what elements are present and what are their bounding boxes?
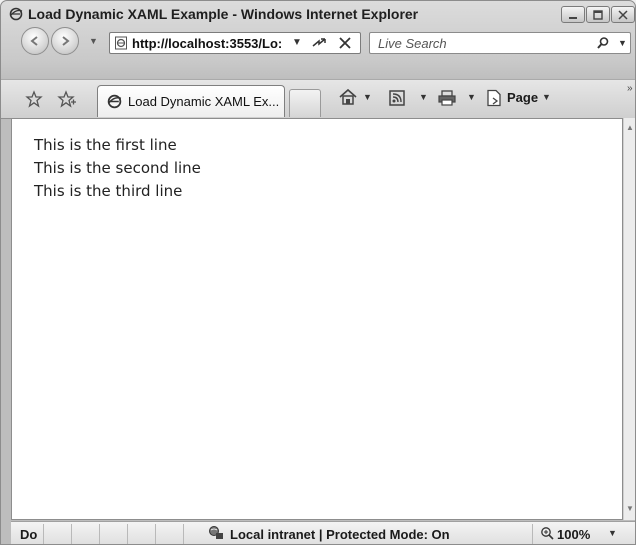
status-divider: [532, 524, 533, 544]
status-divider: [99, 524, 100, 544]
status-divider: [71, 524, 72, 544]
status-divider: [43, 524, 44, 544]
stop-icon[interactable]: [336, 34, 354, 57]
zoom-icon: [540, 526, 554, 544]
back-icon: [30, 36, 38, 46]
page-dropdown-arrow[interactable]: ▼: [542, 92, 551, 102]
url-text: http://localhost:3553/Lo:: [132, 36, 283, 51]
scroll-down-arrow[interactable]: ▼: [626, 504, 634, 513]
new-tab-button[interactable]: [289, 89, 321, 117]
browser-window: Load Dynamic XAML Example - Windows Inte…: [0, 0, 636, 545]
toolbar-overflow-chevron[interactable]: »: [627, 83, 633, 94]
status-divider: [127, 524, 128, 544]
page-icon: [114, 36, 128, 55]
maximize-button[interactable]: [586, 6, 610, 23]
favorites-icon[interactable]: [25, 90, 43, 113]
maximize-icon: [593, 9, 603, 20]
page-content: This is the first line This is the secon…: [11, 118, 623, 520]
search-input[interactable]: Live Search ▼: [369, 32, 631, 54]
close-icon: [618, 9, 628, 20]
address-dropdown-arrow[interactable]: ▼: [292, 37, 302, 48]
refresh-icon[interactable]: [310, 35, 328, 56]
minimize-button[interactable]: [561, 6, 585, 23]
history-dropdown-arrow[interactable]: ▼: [89, 36, 98, 46]
back-button[interactable]: [21, 27, 49, 55]
print-dropdown-arrow[interactable]: ▼: [467, 92, 476, 102]
ie-icon: [9, 7, 23, 21]
content-line-first: This is the first line: [34, 136, 177, 154]
feeds-dropdown-arrow[interactable]: ▼: [419, 92, 428, 102]
add-favorites-icon[interactable]: [57, 90, 77, 113]
address-bar[interactable]: http://localhost:3553/Lo: ▼: [109, 32, 361, 54]
local-intranet-icon: [207, 525, 225, 544]
window-title: Load Dynamic XAML Example - Windows Inte…: [28, 6, 419, 22]
status-divider: [183, 524, 184, 544]
tab-load-dynamic-xaml[interactable]: Load Dynamic XAML Ex...: [97, 85, 285, 117]
search-placeholder: Live Search: [378, 36, 447, 51]
tab-label: Load Dynamic XAML Ex...: [128, 94, 280, 109]
search-options-arrow[interactable]: ▼: [618, 38, 627, 48]
feeds-icon[interactable]: [388, 89, 406, 112]
zoom-level[interactable]: 100%: [557, 527, 590, 542]
scroll-up-arrow[interactable]: ▲: [626, 123, 634, 132]
print-icon[interactable]: [437, 89, 457, 112]
ie-icon: [107, 94, 122, 114]
minimize-icon: [569, 16, 577, 19]
vertical-scrollbar[interactable]: ▲ ▼: [623, 118, 635, 520]
search-icon[interactable]: [596, 36, 610, 55]
page-menu-button[interactable]: Page: [507, 90, 538, 105]
content-line-second: This is the second line: [34, 159, 201, 177]
content-line-third: This is the third line: [34, 182, 183, 200]
close-button[interactable]: [611, 6, 635, 23]
status-text: Do: [20, 527, 38, 542]
page-menu-icon[interactable]: [485, 89, 503, 112]
status-divider: [155, 524, 156, 544]
forward-icon: [62, 36, 70, 46]
zoom-dropdown-arrow[interactable]: ▼: [608, 528, 617, 538]
security-zone-text[interactable]: Local intranet | Protected Mode: On: [230, 527, 450, 542]
home-dropdown-arrow[interactable]: ▼: [363, 92, 372, 102]
forward-button[interactable]: [51, 27, 79, 55]
home-icon[interactable]: [337, 87, 359, 112]
